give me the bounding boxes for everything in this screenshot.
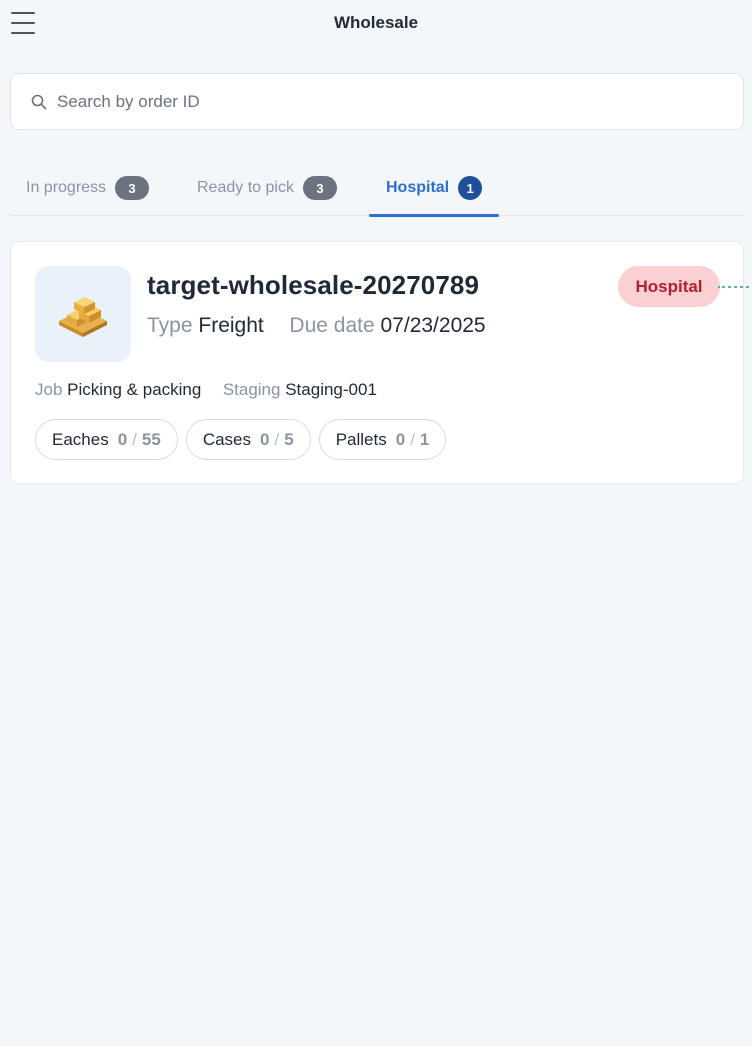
- pallet-boxes-icon: [59, 297, 107, 337]
- eaches-count-pill[interactable]: Eaches 0/55: [35, 419, 178, 460]
- order-id: target-wholesale-20270789: [147, 270, 480, 300]
- count-label: Eaches: [52, 429, 109, 449]
- count-done: 0: [395, 429, 406, 449]
- search-icon: [31, 94, 47, 109]
- count-separator: /: [274, 429, 280, 449]
- job-label: Job: [35, 380, 63, 399]
- search-bar[interactable]: [10, 73, 744, 130]
- count-separator: /: [410, 429, 415, 449]
- tab-label: Hospital: [386, 179, 450, 196]
- count-total: 1: [419, 429, 430, 449]
- order-thumbnail: [35, 266, 131, 362]
- order-card[interactable]: target-wholesale-20270789 Type Freight D…: [10, 241, 752, 484]
- tab-count-badge: 3: [302, 176, 337, 200]
- page-title: Wholesale: [333, 13, 419, 32]
- top-bar: Wholesale: [0, 0, 752, 46]
- search-input[interactable]: [57, 91, 657, 112]
- count-separator: /: [132, 429, 137, 449]
- due-date-value: 07/23/2025: [380, 314, 486, 337]
- count-total: 55: [141, 429, 161, 449]
- count-label: Pallets: [335, 429, 387, 449]
- count-label: Cases: [202, 429, 252, 449]
- staging-label: Staging: [222, 380, 281, 399]
- staging-value: Staging-001: [285, 380, 377, 399]
- count-total: 5: [284, 429, 294, 449]
- type-label: Type: [147, 314, 193, 337]
- connector-line: [718, 286, 752, 288]
- count-pills: Eaches 0/55 Cases 0/5 Pallets 0/1: [35, 419, 447, 460]
- order-meta: Type Freight Due date 07/23/2025: [147, 314, 486, 338]
- status-badge: Hospital: [618, 266, 720, 307]
- due-date-label: Due date: [289, 314, 375, 337]
- tab-label: Ready to pick: [197, 179, 294, 196]
- tab-count-badge: 3: [115, 176, 150, 200]
- count-done: 0: [260, 429, 270, 449]
- type-value: Freight: [198, 314, 264, 337]
- job-info: Job Picking & packing Staging Staging-00…: [35, 380, 377, 400]
- job-value: Picking & packing: [67, 380, 202, 399]
- status-tabs: In progress 3 Ready to pick 3 Hospital 1: [10, 160, 744, 217]
- tab-label: In progress: [26, 179, 107, 196]
- pallets-count-pill[interactable]: Pallets 0/1: [318, 419, 447, 460]
- tab-in-progress[interactable]: In progress 3: [26, 160, 150, 216]
- tab-count-badge: 1: [458, 176, 483, 200]
- tab-ready-to-pick[interactable]: Ready to pick 3: [197, 160, 337, 216]
- tab-hospital[interactable]: Hospital 1: [368, 160, 500, 217]
- count-done: 0: [117, 429, 128, 449]
- cases-count-pill[interactable]: Cases 0/5: [185, 419, 311, 460]
